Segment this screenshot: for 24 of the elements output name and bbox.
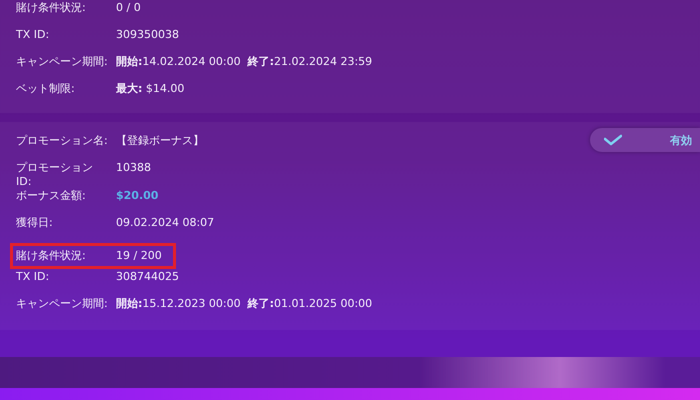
field-value: 309350038 — [116, 28, 179, 42]
field-label: ボーナス金額: — [16, 189, 87, 203]
field-label: 賭け条件状況: — [16, 1, 87, 15]
field-label: ベット制限: — [16, 82, 76, 96]
field-label: キャンペーン期間: — [16, 55, 108, 69]
field-value: $20.00 — [116, 189, 158, 203]
field-label: キャンペーン期間: — [16, 297, 108, 311]
field-value: 10388 — [116, 161, 151, 175]
field-label: 賭け条件状況: — [16, 249, 87, 263]
field-value: 308744025 — [116, 270, 179, 284]
field-value: 開始:14.02.2024 00:00 終了:21.02.2024 23:59 — [116, 55, 372, 69]
field-label: 獲得日: — [16, 216, 54, 230]
field-value: 開始:15.12.2023 00:00 終了:01.01.2025 00:00 — [116, 297, 372, 311]
field-label: プロモーション ID: — [16, 161, 94, 189]
field-value: 最大: $14.00 — [116, 82, 184, 96]
check-icon — [604, 134, 622, 146]
field-value: 【登録ボーナス】 — [116, 134, 204, 148]
field-value: 19 / 200 — [116, 249, 162, 263]
field-label: プロモーション名: — [16, 134, 108, 148]
field-label: TX ID: — [16, 270, 50, 284]
field-label: TX ID: — [16, 28, 50, 42]
field-value: 09.02.2024 08:07 — [116, 216, 214, 230]
status-toggle[interactable]: 有効 — [590, 128, 700, 152]
field-value: 0 / 0 — [116, 1, 141, 15]
